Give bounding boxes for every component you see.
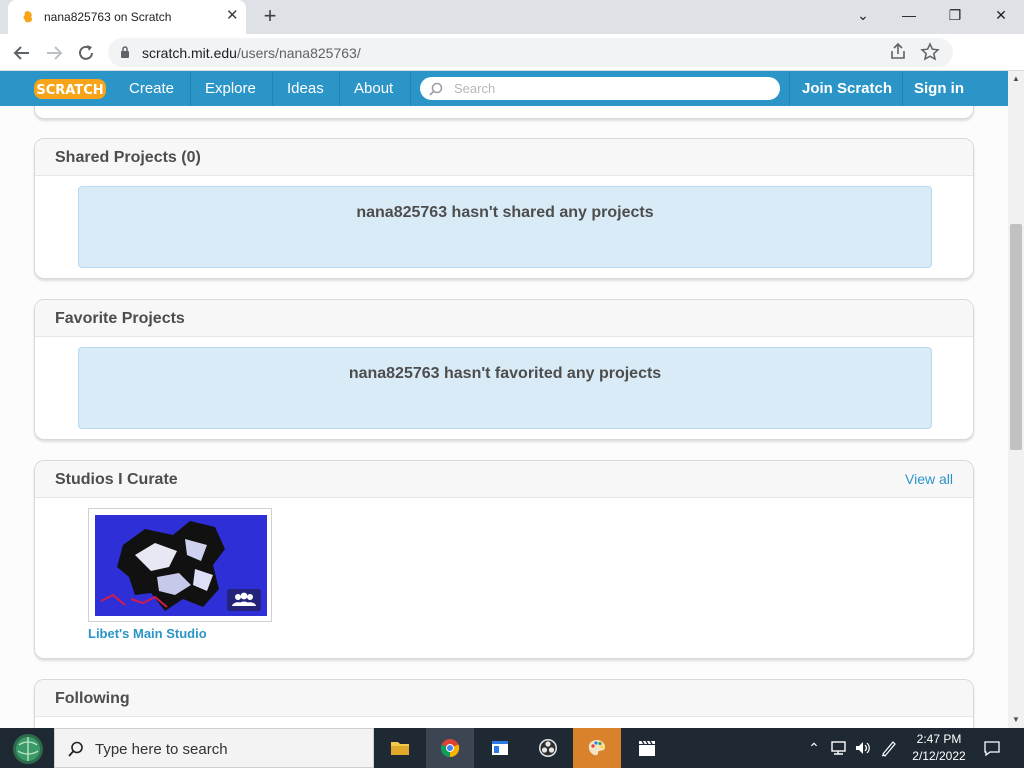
clapperboard-icon <box>639 740 655 756</box>
scratch-search-input[interactable]: Search <box>420 77 780 100</box>
windows-taskbar: Type here to search ⌃ 2:47 PM 2/12/2022 <box>0 728 1024 768</box>
volume-icon[interactable] <box>854 738 872 758</box>
reload-icon[interactable] <box>74 41 98 65</box>
shared-projects-box: Shared Projects (0) nana825763 hasn't sh… <box>34 138 974 279</box>
favorite-projects-empty-text: nana825763 hasn't favorited any projects <box>348 365 662 382</box>
favorite-projects-empty-message: nana825763 hasn't favorited any projects <box>78 347 932 429</box>
app-window-icon <box>492 741 508 755</box>
nav-ideas-link[interactable]: Ideas <box>273 71 338 106</box>
studios-view-all-link[interactable]: View all <box>905 471 953 487</box>
new-tab-button[interactable]: + <box>258 4 282 28</box>
page-scrollbar[interactable]: ▲ ▼ <box>1008 71 1024 728</box>
maximize-button[interactable]: ❐ <box>932 4 978 28</box>
shared-projects-header: Shared Projects (0) <box>35 139 973 176</box>
share-icon[interactable] <box>888 42 908 62</box>
tray-overflow-chevron-icon[interactable]: ⌃ <box>806 738 822 758</box>
scratch-navbar: SCRATCH Create Explore Ideas About Searc… <box>0 71 1008 106</box>
close-window-button[interactable]: ✕ <box>978 4 1024 28</box>
taskbar-search-placeholder: Type here to search <box>95 741 228 758</box>
studios-header: Studios I Curate View all <box>35 461 973 498</box>
scroll-up-arrow-icon[interactable]: ▲ <box>1008 71 1024 87</box>
clock-time: 2:47 PM <box>916 732 962 746</box>
start-globe-icon[interactable] <box>6 731 50 767</box>
pen-icon[interactable] <box>880 738 898 758</box>
join-scratch-link[interactable]: Join Scratch <box>790 71 904 106</box>
network-icon[interactable] <box>830 738 848 758</box>
taskbar-file-explorer[interactable] <box>376 728 424 768</box>
taskbar-clock[interactable]: 2:47 PM 2/12/2022 <box>900 731 978 765</box>
nav-create-link[interactable]: Create <box>115 71 188 106</box>
obs-icon <box>539 739 557 757</box>
nav-divider <box>410 71 411 106</box>
nav-explore-link[interactable]: Explore <box>191 71 270 106</box>
studio-name-link[interactable]: Libet's Main Studio <box>88 626 207 641</box>
search-icon <box>429 82 443 96</box>
previous-section-box <box>34 106 974 119</box>
taskbar-chrome[interactable] <box>426 728 474 768</box>
clock-date: 2/12/2022 <box>912 749 966 763</box>
favorite-projects-box: Favorite Projects nana825763 hasn't favo… <box>34 299 974 440</box>
scrollbar-thumb[interactable] <box>1010 224 1022 450</box>
minimize-button[interactable]: — <box>886 4 932 28</box>
search-icon <box>68 741 83 757</box>
following-box: Following <box>34 679 974 728</box>
scroll-down-arrow-icon[interactable]: ▼ <box>1008 712 1024 728</box>
scratch-logo[interactable]: SCRATCH <box>33 77 107 101</box>
notifications-icon[interactable] <box>982 738 1002 758</box>
studio-group-icon <box>227 589 261 611</box>
taskbar-app-window[interactable] <box>476 728 524 768</box>
taskbar-obs[interactable] <box>524 728 572 768</box>
url-text[interactable]: scratch.mit.edu/users/nana825763/ <box>142 45 361 61</box>
studio-thumbnail[interactable] <box>95 515 267 616</box>
studios-box: Studios I Curate View all Libet's Main S… <box>34 460 974 659</box>
scratch-logo-text: SCRATCH <box>36 83 103 98</box>
studio-card[interactable] <box>88 508 272 622</box>
favorite-projects-title: Favorite Projects <box>55 310 185 327</box>
following-header: Following <box>35 680 973 717</box>
nav-about-link[interactable]: About <box>340 71 407 106</box>
tab-close-icon[interactable]: ✕ <box>226 8 239 24</box>
sign-in-link[interactable]: Sign in <box>902 71 976 106</box>
forward-arrow-icon[interactable] <box>42 41 66 65</box>
bookmark-star-icon[interactable] <box>920 42 940 62</box>
scratch-search-placeholder: Search <box>454 81 496 96</box>
following-title: Following <box>55 690 130 707</box>
taskbar-paint[interactable] <box>573 728 621 768</box>
tab-search-icon[interactable]: ⌄ <box>840 4 886 28</box>
browser-toolbar: scratch.mit.edu/users/nana825763/ ⋮ <box>0 34 1024 96</box>
lock-icon[interactable] <box>120 45 130 59</box>
shared-projects-empty-text: nana825763 hasn't shared any projects <box>356 204 654 221</box>
shared-projects-title: Shared Projects (0) <box>55 149 201 166</box>
scratch-favicon-icon <box>23 11 33 23</box>
paint-palette-icon <box>588 740 605 756</box>
chrome-icon <box>440 739 460 758</box>
address-bar[interactable]: scratch.mit.edu/users/nana825763/ <box>108 38 953 67</box>
browser-tabstrip: nana825763 on Scratch ✕ + ⌄ — ❐ ✕ <box>0 0 1024 34</box>
favorite-projects-header: Favorite Projects <box>35 300 973 337</box>
studios-title: Studios I Curate <box>55 471 178 488</box>
profile-page-content: Shared Projects (0) nana825763 hasn't sh… <box>0 106 1008 728</box>
folder-icon <box>391 742 409 755</box>
taskbar-video-editor[interactable] <box>623 728 671 768</box>
shared-projects-empty-message: nana825763 hasn't shared any projects <box>78 186 932 268</box>
taskbar-search-input[interactable]: Type here to search <box>54 728 374 768</box>
tab-title: nana825763 on Scratch <box>44 10 172 24</box>
browser-tab-active[interactable]: nana825763 on Scratch ✕ <box>8 0 246 34</box>
back-arrow-icon[interactable] <box>10 41 34 65</box>
